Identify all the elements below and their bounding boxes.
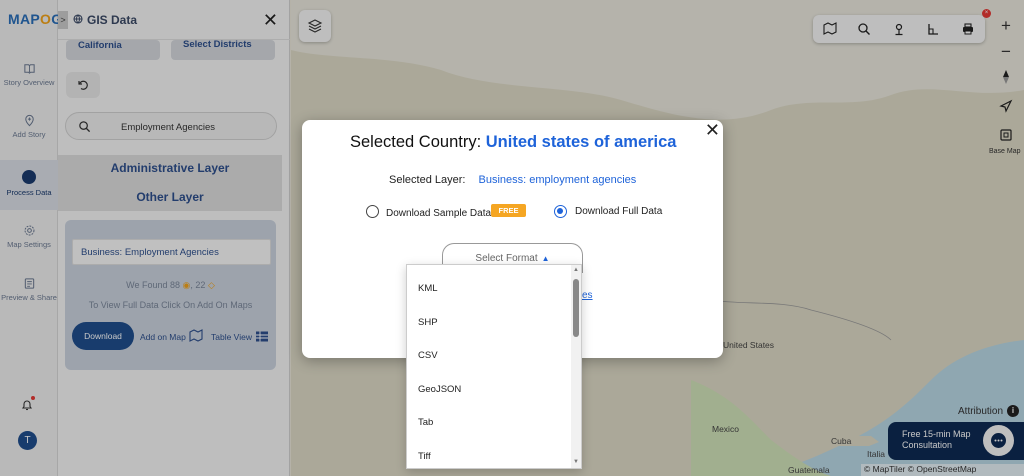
format-option[interactable]: Tiff <box>418 451 431 462</box>
caret-up-icon: ▲ <box>541 254 550 263</box>
modal-title: Selected Country: United states of ameri… <box>350 133 676 152</box>
layer-prefix: Selected Layer: <box>389 174 466 186</box>
free-badge: FREE <box>491 204 526 217</box>
sample-data-radio[interactable] <box>366 205 379 218</box>
scrollbar-thumb[interactable] <box>573 279 579 337</box>
country-prefix: Selected Country: <box>350 133 482 151</box>
scroll-down-arrow-icon[interactable]: ▼ <box>573 459 579 465</box>
selected-country: United states of america <box>485 133 677 151</box>
format-option[interactable]: KML <box>418 283 438 294</box>
full-data-label[interactable]: Download Full Data <box>575 206 662 217</box>
format-option[interactable]: CSV <box>418 350 438 361</box>
format-dropdown: KML SHP CSV GeoJSON Tab Tiff ▲ ▼ <box>406 264 582 469</box>
format-option[interactable]: GeoJSON <box>418 384 461 395</box>
partial-link-text[interactable]: es <box>582 290 593 301</box>
full-data-radio[interactable] <box>554 205 567 218</box>
format-option[interactable]: SHP <box>418 317 438 328</box>
dropdown-scrollbar[interactable]: ▲ ▼ <box>571 265 581 468</box>
selected-layer: Business: employment agencies <box>478 174 637 186</box>
scroll-up-arrow-icon[interactable]: ▲ <box>573 267 579 273</box>
format-select-placeholder: Select Format <box>475 253 538 264</box>
format-option[interactable]: Tab <box>418 417 433 428</box>
close-modal-button[interactable]: ✕ <box>705 120 720 141</box>
sample-data-label[interactable]: Download Sample Data <box>386 208 491 219</box>
modal-layer-line: Selected Layer: Business: employment age… <box>389 174 636 186</box>
